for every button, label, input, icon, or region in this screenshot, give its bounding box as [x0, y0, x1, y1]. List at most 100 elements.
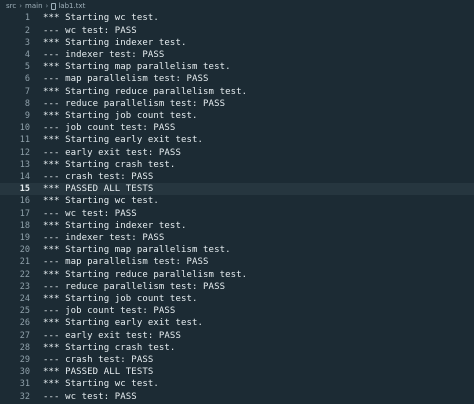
line-text: --- map parallelism test: PASS	[43, 74, 209, 85]
breadcrumb-item-main[interactable]: main	[25, 2, 43, 10]
line-text: --- reduce parallelism test: PASS	[43, 281, 226, 292]
line-text: *** Starting map parallelism test.	[43, 245, 231, 256]
line-number: 11	[19, 135, 30, 146]
line-number: 2	[24, 25, 30, 36]
chevron-right-icon: ›	[45, 2, 49, 10]
editor-line[interactable]: 2 --- wc test: PASS	[0, 25, 474, 37]
breadcrumb-item-src[interactable]: src	[6, 2, 16, 10]
line-number: 24	[19, 294, 30, 305]
line-text: *** PASSED ALL TESTS	[43, 184, 154, 195]
line-text: --- crash test: PASS	[43, 355, 154, 366]
editor-line[interactable]: 29 --- crash test: PASS	[0, 354, 474, 366]
editor-line[interactable]: 3 *** Starting indexer test.	[0, 37, 474, 49]
line-text: *** PASSED ALL TESTS	[43, 367, 154, 378]
line-number: 25	[19, 306, 30, 317]
breadcrumb-item-file[interactable]: lab1.txt	[58, 2, 85, 10]
line-number: 18	[19, 220, 30, 231]
line-number: 22	[19, 269, 30, 280]
line-number: 29	[19, 355, 30, 366]
line-number: 27	[19, 330, 30, 341]
editor-line[interactable]: 23 --- reduce parallelism test: PASS	[0, 281, 474, 293]
line-text: --- indexer test: PASS	[43, 50, 165, 61]
editor-line[interactable]: 27 --- early exit test: PASS	[0, 330, 474, 342]
line-text: --- wc test: PASS	[43, 208, 137, 219]
editor-line[interactable]: 16 *** Starting wc test.	[0, 195, 474, 207]
editor-line[interactable]: 13 *** Starting crash test.	[0, 159, 474, 171]
editor-line[interactable]: 21 --- map parallelism test: PASS	[0, 256, 474, 268]
breadcrumb: src › main › lab1.txt	[0, 0, 474, 12]
editor-line[interactable]: 26 *** Starting early exit test.	[0, 317, 474, 329]
line-number: 15	[19, 184, 30, 195]
line-number: 9	[24, 111, 30, 122]
line-number: 12	[19, 147, 30, 158]
line-text: *** Starting job count test.	[43, 111, 198, 122]
line-number: 7	[24, 86, 30, 97]
editor-line[interactable]: 22 *** Starting reduce parallelism test.	[0, 269, 474, 281]
line-number: 1	[24, 13, 30, 24]
line-text: *** Starting reduce parallelism test.	[43, 86, 248, 97]
editor-line[interactable]: 4 --- indexer test: PASS	[0, 49, 474, 61]
chevron-right-icon: ›	[19, 2, 23, 10]
line-text: *** Starting early exit test.	[43, 318, 204, 329]
file-icon	[51, 2, 57, 10]
code-editor[interactable]: 1 *** Starting wc test. 2 --- wc test: PASS…	[0, 12, 474, 404]
editor-line[interactable]: 18 *** Starting indexer test.	[0, 220, 474, 232]
line-number: 32	[19, 391, 30, 402]
editor-line[interactable]: 31 *** Starting wc test.	[0, 378, 474, 390]
editor-line[interactable]: 17 --- wc test: PASS	[0, 208, 474, 220]
line-number: 26	[19, 318, 30, 329]
line-text: --- map parallelism test: PASS	[43, 257, 209, 268]
line-number: 3	[24, 37, 30, 48]
editor-line[interactable]: 24 *** Starting job count test.	[0, 293, 474, 305]
line-text: --- job count test: PASS	[43, 306, 176, 317]
line-text: *** Starting job count test.	[43, 294, 198, 305]
line-text: --- early exit test: PASS	[43, 330, 181, 341]
line-number: 5	[24, 62, 30, 73]
line-number: 28	[19, 342, 30, 353]
line-text: *** Starting reduce parallelism test.	[43, 269, 248, 280]
editor-line[interactable]: 6 --- map parallelism test: PASS	[0, 73, 474, 85]
line-number: 21	[19, 257, 30, 268]
line-text: *** Starting indexer test.	[43, 37, 187, 48]
line-number: 10	[19, 123, 30, 134]
line-text: *** Starting early exit test.	[43, 135, 204, 146]
line-number: 17	[19, 208, 30, 219]
line-text: --- job count test: PASS	[43, 123, 176, 134]
line-number: 19	[19, 233, 30, 244]
editor-line[interactable]: 10 --- job count test: PASS	[0, 122, 474, 134]
line-text: --- reduce parallelism test: PASS	[43, 98, 226, 109]
editor-line[interactable]: 9 *** Starting job count test.	[0, 110, 474, 122]
editor-line[interactable]: 8 --- reduce parallelism test: PASS	[0, 98, 474, 110]
line-text: --- indexer test: PASS	[43, 233, 165, 244]
editor-line[interactable]: 32 --- wc test: PASS	[0, 391, 474, 403]
line-number: 13	[19, 159, 30, 170]
editor-line[interactable]: 5 *** Starting map parallelism test.	[0, 61, 474, 73]
editor-line[interactable]: 28 *** Starting crash test.	[0, 342, 474, 354]
line-number: 30	[19, 367, 30, 378]
line-text: *** Starting wc test.	[43, 196, 159, 207]
line-number: 6	[24, 74, 30, 85]
line-text: --- early exit test: PASS	[43, 147, 181, 158]
line-text: *** Starting wc test.	[43, 379, 159, 390]
line-text: --- wc test: PASS	[43, 391, 137, 402]
editor-line[interactable]: 14 --- crash test: PASS	[0, 171, 474, 183]
line-text: *** Starting wc test.	[43, 13, 159, 24]
editor-line[interactable]: 20 *** Starting map parallelism test.	[0, 244, 474, 256]
line-text: *** Starting crash test.	[43, 159, 176, 170]
line-number: 16	[19, 196, 30, 207]
editor-line[interactable]: 12 --- early exit test: PASS	[0, 147, 474, 159]
line-text: --- crash test: PASS	[43, 172, 154, 183]
line-number: 4	[24, 50, 30, 61]
editor-line[interactable]: 19 --- indexer test: PASS	[0, 232, 474, 244]
editor-line[interactable]: 11 *** Starting early exit test.	[0, 134, 474, 146]
line-number: 23	[19, 281, 30, 292]
line-text: *** Starting crash test.	[43, 342, 176, 353]
line-number: 14	[19, 172, 30, 183]
line-number: 8	[24, 98, 30, 109]
editor-line[interactable]: 7 *** Starting reduce parallelism test.	[0, 86, 474, 98]
line-number: 20	[19, 245, 30, 256]
editor-line[interactable]: 1 *** Starting wc test.	[0, 12, 474, 24]
editor-line[interactable]: 15 *** PASSED ALL TESTS	[0, 183, 474, 196]
editor-line[interactable]: 30 *** PASSED ALL TESTS	[0, 366, 474, 378]
editor-line[interactable]: 25 --- job count test: PASS	[0, 305, 474, 317]
